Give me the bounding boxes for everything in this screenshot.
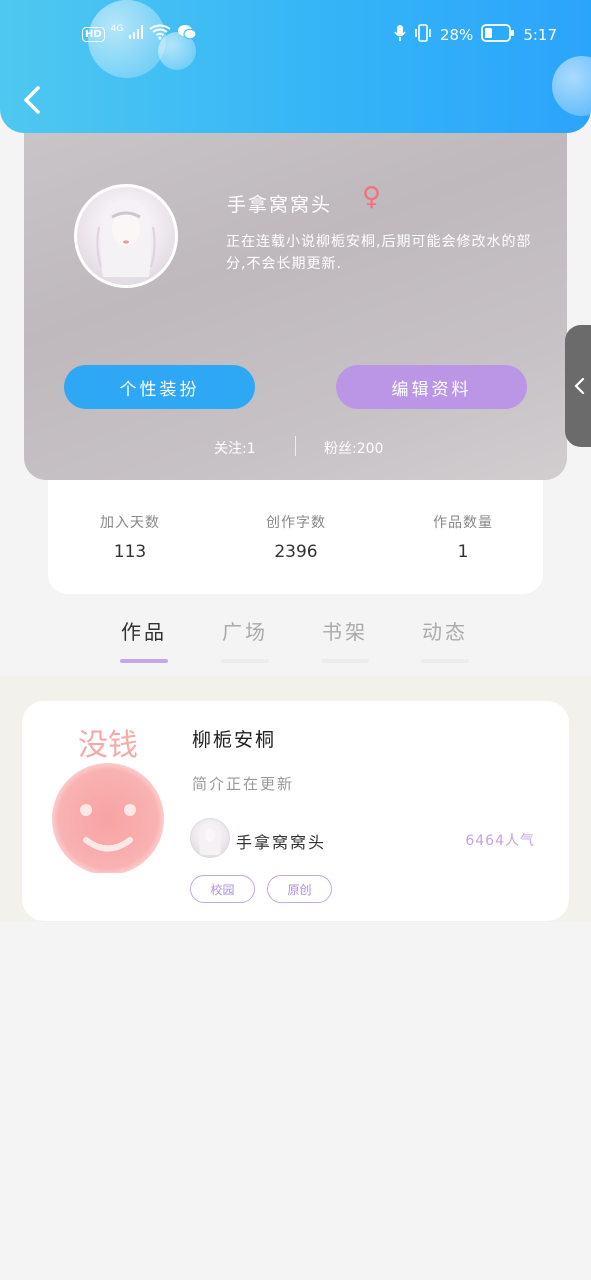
- edit-profile-button[interactable]: 编辑资料: [336, 365, 527, 409]
- user-bio: 正在连载小说柳栀安桐,后期可能会修改水的部分,不会长期更新.: [226, 234, 532, 272]
- side-drawer-handle[interactable]: [565, 325, 591, 447]
- wifi-icon: [149, 24, 171, 44]
- tab-indicator: [221, 659, 269, 663]
- stat-work-count: 作品数量 1: [393, 512, 533, 562]
- chevron-left-icon: [574, 377, 585, 395]
- cover-illustration: 没钱: [52, 728, 164, 875]
- network-label: 4G: [110, 24, 124, 34]
- top-header: HD 4G 28% 5:17: [0, 0, 591, 133]
- tab-indicator: [321, 659, 369, 663]
- stat-label: 创作字数: [266, 515, 326, 531]
- stat-join-days: 加入天数 113: [60, 512, 200, 562]
- female-gender-icon: ♀: [362, 182, 382, 212]
- clock: 5:17: [523, 26, 557, 44]
- work-description: 简介正在更新: [192, 775, 295, 793]
- following-count[interactable]: 关注:1: [214, 438, 256, 458]
- follow-stats: 关注:1 粉丝:200: [24, 436, 567, 460]
- tab-label: 书架: [322, 620, 368, 644]
- tab-label: 动态: [422, 620, 468, 644]
- tab-square[interactable]: 广场: [210, 616, 280, 663]
- tab-indicator: [421, 659, 469, 663]
- personalize-button[interactable]: 个性装扮: [64, 365, 255, 409]
- hd-badge: HD: [82, 26, 105, 42]
- stat-value: 2396: [274, 542, 318, 562]
- status-bar: HD 4G 28% 5:17: [0, 22, 591, 48]
- tab-bar: 作品 广场 书架 动态: [0, 612, 591, 670]
- vibrate-icon: [414, 24, 432, 46]
- back-button[interactable]: [14, 80, 54, 120]
- avatar-illustration: [96, 199, 156, 277]
- avatar[interactable]: [74, 184, 178, 288]
- signal-icon: [129, 24, 144, 44]
- tab-activity[interactable]: 动态: [410, 616, 480, 663]
- popularity-count: 6464人气: [465, 833, 535, 849]
- profile-card: 手拿窝窝头 ♀ 正在连载小说柳栀安桐,后期可能会修改水的部分,不会长期更新. 个…: [24, 118, 567, 480]
- stat-value: 1: [457, 542, 469, 562]
- tag-original[interactable]: 原创: [267, 875, 332, 903]
- work-title[interactable]: 柳栀安桐: [192, 725, 276, 752]
- stat-label: 作品数量: [433, 515, 493, 531]
- book-cover[interactable]: 没钱: [44, 725, 172, 875]
- tag-campus[interactable]: 校园: [190, 875, 255, 903]
- microphone-icon: [394, 24, 406, 46]
- divider: [295, 436, 296, 456]
- chevron-left-icon: [24, 86, 40, 114]
- tab-label: 广场: [222, 620, 268, 644]
- decorative-bubble: [552, 56, 591, 116]
- avatar-illustration: [199, 824, 221, 855]
- tab-works[interactable]: 作品: [109, 616, 179, 663]
- author-avatar: [190, 818, 230, 858]
- stat-label: 加入天数: [100, 515, 160, 531]
- author-name: 手拿窝窝头: [236, 833, 327, 852]
- tab-bookshelf[interactable]: 书架: [310, 616, 380, 663]
- stats-card: 加入天数 113 创作字数 2396 作品数量 1: [48, 470, 543, 594]
- cover-scribble-text: 没钱: [78, 728, 138, 763]
- work-card[interactable]: 没钱 柳栀安桐 简介正在更新 手拿窝窝头 6464人气 校园 原创: [22, 701, 569, 921]
- tab-indicator: [120, 659, 168, 663]
- wechat-icon: [177, 24, 197, 44]
- stat-value: 113: [113, 542, 147, 562]
- tab-label: 作品: [121, 620, 167, 644]
- battery-text: 28%: [439, 26, 474, 44]
- battery-icon: [481, 24, 515, 46]
- followers-count[interactable]: 粉丝:200: [324, 438, 383, 458]
- username: 手拿窝窝头: [227, 194, 333, 216]
- stat-word-count: 创作字数 2396: [226, 512, 366, 562]
